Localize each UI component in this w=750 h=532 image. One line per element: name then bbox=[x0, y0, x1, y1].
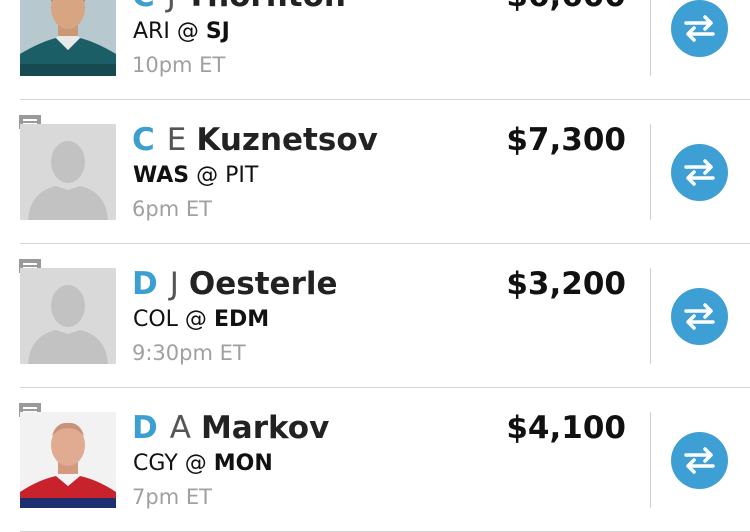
matchup-separator: @ bbox=[189, 163, 226, 188]
last-name: Thornton bbox=[186, 0, 346, 14]
position-label: D bbox=[132, 266, 158, 302]
swap-button[interactable] bbox=[671, 288, 728, 345]
home-team: MON bbox=[213, 451, 273, 476]
first-initial: E bbox=[166, 122, 187, 158]
salary: $3,200 bbox=[506, 266, 626, 302]
first-initial: J bbox=[169, 266, 179, 302]
last-name: Oesterle bbox=[188, 266, 338, 302]
last-name: Kuznetsov bbox=[196, 122, 378, 158]
swap-button[interactable] bbox=[671, 432, 728, 489]
player-row[interactable]: D J Oesterle $3,200 COL @ EDM 9:30pm ET bbox=[0, 244, 750, 388]
swap-button[interactable] bbox=[671, 0, 728, 57]
game-time: 7pm ET bbox=[132, 485, 212, 509]
away-team: ARI bbox=[133, 19, 170, 44]
home-team: EDM bbox=[213, 307, 270, 332]
away-team: COL bbox=[133, 307, 178, 332]
row-separator bbox=[650, 0, 651, 76]
matchup-separator: @ bbox=[177, 307, 214, 332]
matchup-separator: @ bbox=[169, 19, 206, 44]
player-list: CJThornton $6,600 ARI @ SJ 10pm ET bbox=[0, 0, 750, 532]
last-name: Markov bbox=[200, 410, 330, 446]
matchup: COL @ EDM bbox=[133, 306, 269, 334]
swap-arrows-icon bbox=[684, 303, 715, 330]
player-name[interactable]: CJ Thornton bbox=[132, 0, 346, 16]
avatar-placeholder bbox=[20, 268, 116, 364]
salary: $6,600 bbox=[506, 0, 626, 16]
position-label: C bbox=[132, 122, 155, 158]
matchup: ARI @ SJ bbox=[133, 18, 230, 46]
game-time: 9:30pm ET bbox=[132, 341, 246, 365]
home-team: SJ bbox=[205, 19, 230, 44]
row-separator bbox=[650, 124, 651, 220]
swap-button[interactable] bbox=[671, 144, 728, 201]
matchup: CGY @ MON bbox=[133, 450, 273, 478]
swap-arrows-icon bbox=[684, 447, 715, 474]
first-initial: J bbox=[167, 0, 176, 14]
player-name[interactable]: D A Markov bbox=[132, 408, 329, 448]
matchup: WAS @ PIT bbox=[133, 162, 258, 190]
player-row[interactable]: C E Kuznetsov $7,300 WAS @ PIT 6pm ET bbox=[0, 100, 750, 244]
salary: $4,100 bbox=[506, 410, 626, 446]
swap-arrows-icon bbox=[684, 15, 715, 42]
avatar-placeholder bbox=[20, 124, 116, 220]
player-name[interactable]: C E Kuznetsov bbox=[132, 120, 378, 160]
player-row[interactable]: D A Markov $4,100 CGY @ MON 7pm ET bbox=[0, 388, 750, 532]
player-photo bbox=[20, 0, 116, 76]
position-label: D bbox=[132, 410, 158, 446]
row-separator bbox=[650, 412, 651, 508]
salary: $7,300 bbox=[506, 122, 626, 158]
position-label: C bbox=[132, 0, 155, 14]
game-time: 10pm ET bbox=[132, 53, 226, 77]
game-time: 6pm ET bbox=[132, 197, 212, 221]
away-team: WAS bbox=[133, 163, 190, 188]
row-separator bbox=[650, 268, 651, 364]
first-initial: A bbox=[169, 410, 191, 446]
player-photo bbox=[20, 412, 116, 508]
home-team: PIT bbox=[225, 163, 259, 188]
swap-arrows-icon bbox=[684, 159, 715, 186]
player-name[interactable]: D J Oesterle bbox=[132, 264, 338, 304]
player-row[interactable]: CJ Thornton $6,600 ARI @ SJ 10pm ET bbox=[0, 0, 750, 100]
away-team: CGY bbox=[133, 451, 178, 476]
matchup-separator: @ bbox=[177, 451, 214, 476]
